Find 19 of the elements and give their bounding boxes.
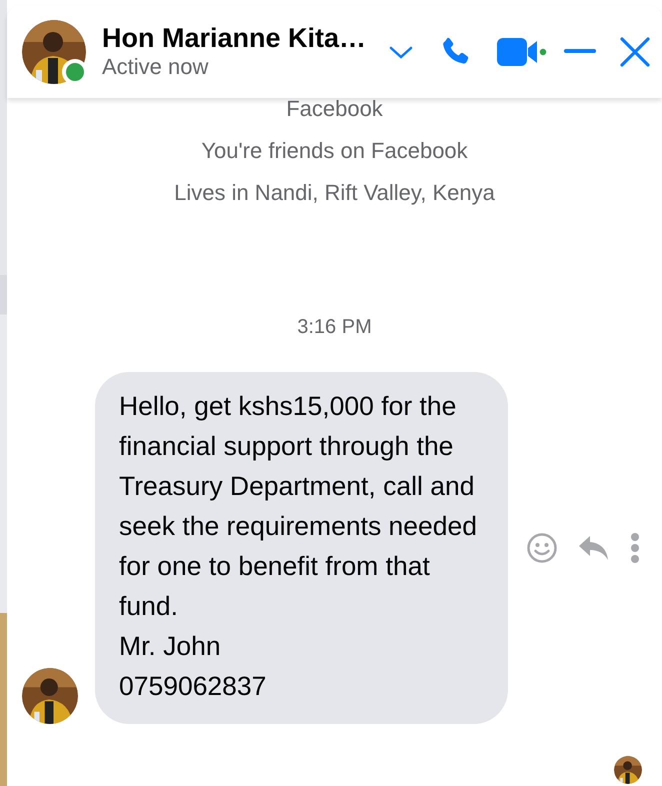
react-button[interactable] — [526, 532, 558, 564]
minimize-button[interactable] — [564, 48, 596, 54]
reply-arrow-icon — [578, 535, 610, 561]
chevron-down-icon — [388, 44, 414, 60]
more-options-button[interactable] — [630, 533, 640, 563]
active-status: Active now — [102, 54, 210, 80]
minimize-icon — [564, 48, 596, 54]
reply-button[interactable] — [578, 535, 610, 561]
smiley-icon — [526, 532, 558, 564]
options-button[interactable] — [388, 44, 414, 60]
close-icon — [620, 36, 650, 66]
profile-info-text: Lives in Nandi, Rift Valley, Kenya — [174, 179, 495, 207]
close-button[interactable] — [620, 36, 650, 66]
more-dots-icon — [630, 533, 640, 563]
contact-name[interactable]: Hon Marianne Kita… — [102, 22, 366, 54]
profile-info-text: You're friends on Facebook — [201, 137, 468, 165]
profile-info-text: Facebook — [286, 95, 383, 123]
message-timestamp: 3:16 PM — [297, 315, 372, 340]
message-bubble: Hello, get kshs15,000 for the financial support through the Treasury Department, call and seek the requirements needed for one to benefit from that fund. Mr. John 0759062837 — [95, 372, 508, 724]
